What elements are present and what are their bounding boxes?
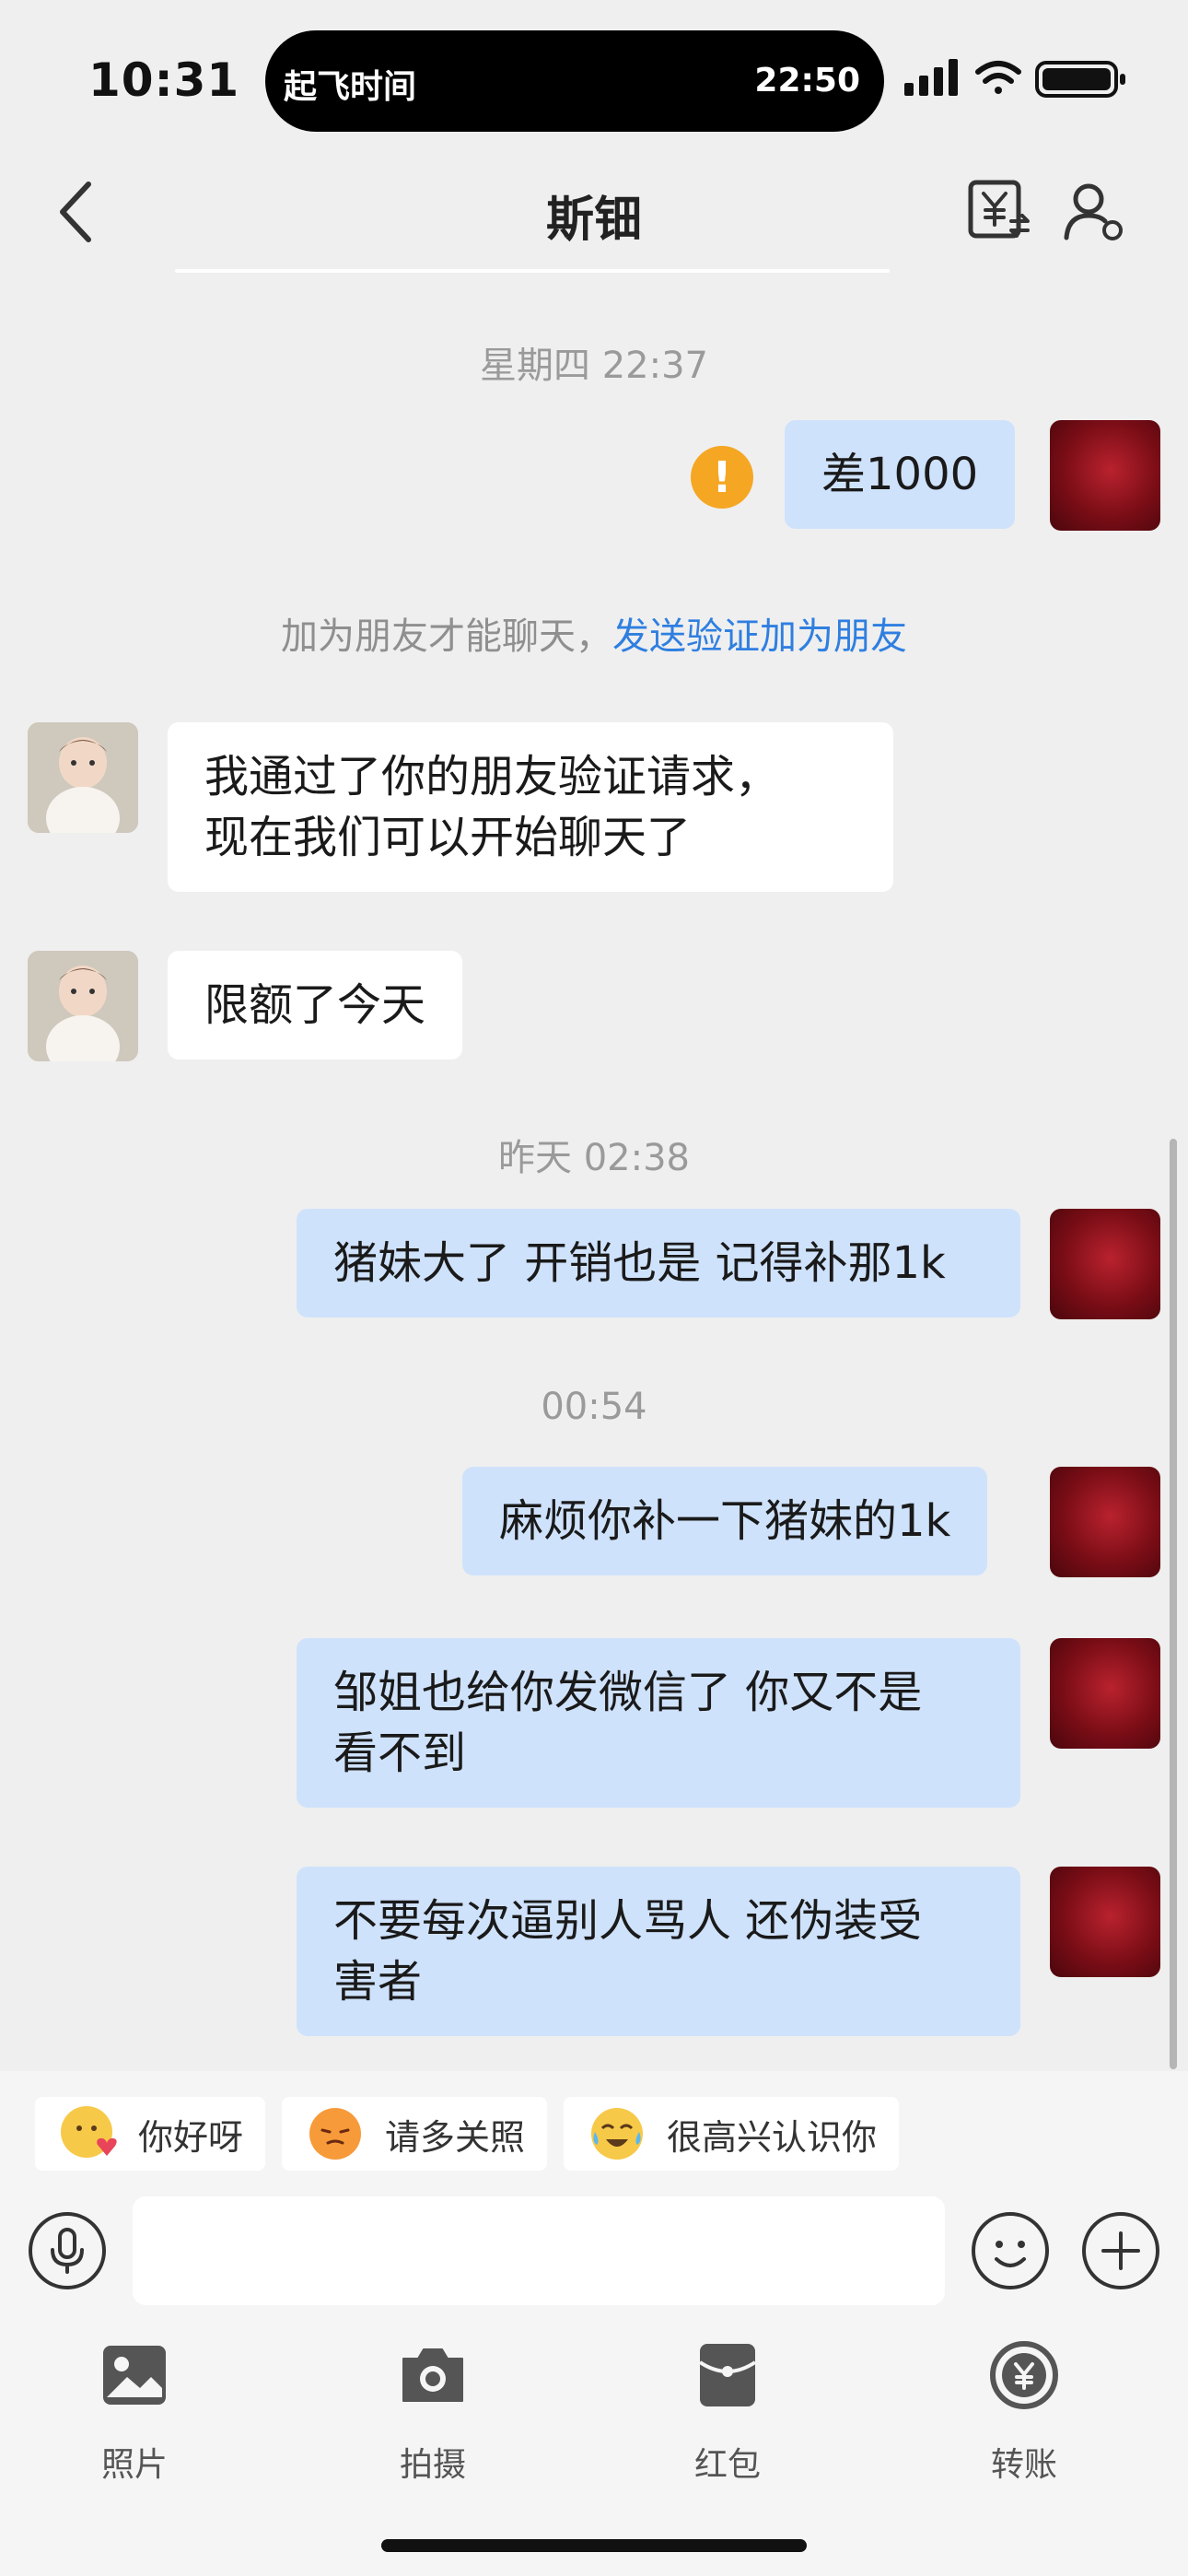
emoji-icon[interactable] [971, 2211, 1050, 2290]
message-text-line: 看不到 [333, 1727, 467, 1779]
system-notice: 加为朋友才能聊天，发送验证加为朋友 [0, 606, 1188, 660]
transfer-icon [990, 2341, 1058, 2409]
tears-of-joy-emoji-icon [591, 2108, 643, 2160]
timestamp: 昨天 02:38 [498, 1137, 690, 1179]
message-text-line: 不要每次逼别人骂人 还伪装受 [333, 1895, 923, 1947]
message-bubble-outgoing[interactable]: 猪妹大了 开销也是 记得补那1k [297, 1209, 1020, 1317]
currency-exchange-icon[interactable] [965, 177, 1033, 245]
microphone-icon[interactable] [28, 2211, 107, 2290]
message-text-line: 现在我们可以开始聊天了 [204, 812, 692, 863]
tool-label: 转账 [990, 2446, 1057, 2484]
plus-icon[interactable] [1081, 2211, 1160, 2290]
home-indicator[interactable] [381, 2539, 807, 2552]
message-bubble-outgoing[interactable]: 邹姐也给你发微信了 你又不是 看不到 [297, 1638, 1020, 1808]
message-text-line: 邹姐也给你发微信了 你又不是 [333, 1667, 923, 1718]
quick-reply-label: 你好呀 [138, 2116, 244, 2158]
message-text: 猪妹大了 开销也是 记得补那1k [333, 1237, 946, 1289]
quick-reply-chip[interactable]: 你好呀 [35, 2097, 266, 2171]
quick-reply-label: 请多关照 [385, 2116, 526, 2158]
message-text: 麻烦你补一下猪妹的1k [499, 1495, 951, 1547]
avatar-self[interactable] [1050, 1638, 1160, 1749]
camera-icon [402, 2348, 463, 2402]
tool-label: 红包 [693, 2446, 761, 2484]
tool-label: 照片 [100, 2446, 168, 2484]
timestamp: 星期四 22:37 [480, 345, 708, 387]
red-packet-icon [698, 2344, 757, 2406]
message-input[interactable] [133, 2196, 945, 2305]
baby-photo-icon [28, 722, 138, 833]
camera-button[interactable]: 拍摄 [350, 2340, 516, 2486]
baby-photo-icon [28, 951, 138, 1061]
shy-face-emoji-icon [309, 2108, 361, 2160]
message-bubble-outgoing[interactable]: 差1000 [785, 420, 1016, 529]
message-text-line: 我通过了你的朋友验证请求， [204, 751, 780, 802]
wifi-icon [975, 61, 1021, 94]
quick-reply-label: 很高兴认识你 [667, 2116, 878, 2158]
avatar-contact[interactable] [28, 951, 138, 1061]
chat-scrollbar[interactable] [1170, 1139, 1177, 2069]
red-packet-button[interactable]: 红包 [645, 2340, 810, 2486]
quick-reply-chip[interactable]: 请多关照 [282, 2097, 548, 2171]
tool-label: 拍摄 [399, 2446, 466, 2484]
battery-icon [1035, 61, 1125, 98]
dynamic-island[interactable]: 起飞时间 22:50 [265, 30, 884, 132]
avatar-self[interactable] [1050, 420, 1160, 531]
photo-icon [103, 2346, 166, 2405]
avatar-self[interactable] [1050, 1867, 1160, 1977]
message-bubble-outgoing[interactable]: 不要每次逼别人骂人 还伪装受 害者 [297, 1867, 1020, 2036]
title-underline [175, 269, 890, 273]
message-bubble-incoming[interactable]: 限额了今天 [168, 951, 463, 1060]
message-bubble-incoming[interactable]: 我通过了你的朋友验证请求， 现在我们可以开始聊天了 [168, 722, 893, 892]
avatar-self[interactable] [1050, 1209, 1160, 1319]
person-settings-icon[interactable] [1059, 177, 1127, 245]
timestamp: 00:54 [541, 1386, 647, 1428]
avatar-contact[interactable] [28, 722, 138, 833]
message-bubble-outgoing[interactable]: 麻烦你补一下猪妹的1k [462, 1467, 988, 1575]
love-face-emoji-icon [61, 2106, 117, 2158]
message-text: 差1000 [821, 449, 979, 500]
send-verification-link[interactable]: 发送验证加为朋友 [612, 615, 907, 658]
message-text-line: 害者 [333, 1956, 423, 2008]
status-icons [904, 59, 1125, 98]
message-text: 限额了今天 [204, 979, 426, 1031]
quick-reply-chip[interactable]: 很高兴认识你 [564, 2097, 900, 2171]
transfer-button[interactable]: 转账 [941, 2340, 1107, 2486]
system-notice-text: 加为朋友才能聊天， [281, 615, 612, 658]
island-time: 22:50 [754, 62, 860, 100]
photo-button[interactable]: 照片 [52, 2340, 217, 2486]
avatar-self[interactable] [1050, 1467, 1160, 1577]
island-label: 起飞时间 [284, 68, 417, 106]
status-time: 10:31 [88, 53, 240, 107]
cellular-signal-icon [904, 59, 958, 96]
send-failed-icon[interactable]: ! [691, 446, 753, 509]
